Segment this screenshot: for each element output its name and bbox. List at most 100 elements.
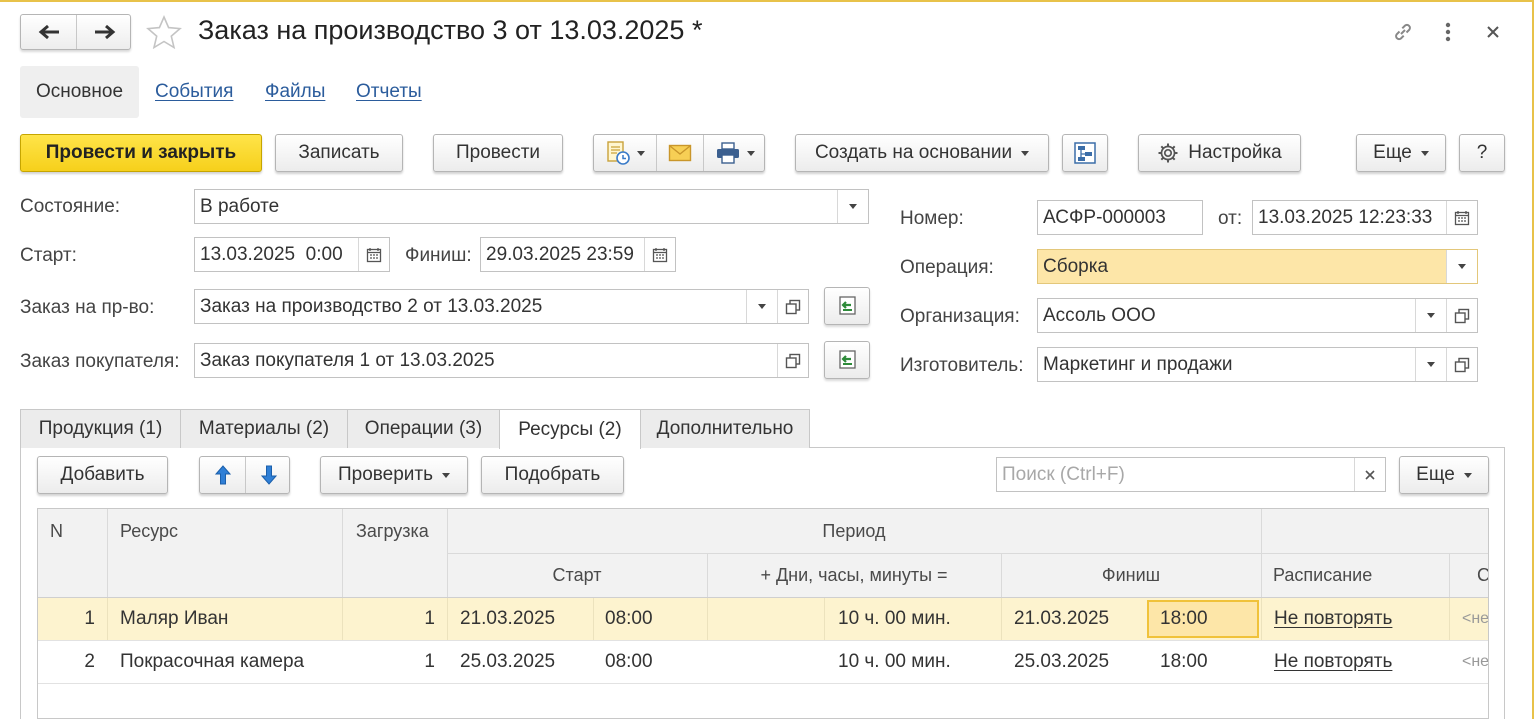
close-icon[interactable] — [1478, 17, 1508, 47]
chevron-down-icon — [1427, 313, 1435, 318]
cell-start-time[interactable]: 08:00 — [605, 598, 653, 640]
save-button[interactable]: Записать — [275, 134, 403, 172]
favorite-star-icon[interactable] — [146, 14, 182, 55]
cell-load[interactable]: 1 — [342, 598, 435, 640]
state-dropdown-button[interactable] — [837, 190, 868, 223]
prod-order-dropdown-button[interactable] — [746, 290, 777, 323]
table-row[interactable]: 1 Маляр Иван 1 21.03.2025 08:00 10 ч. 00… — [38, 598, 1488, 640]
cell-schedule-link[interactable]: Не повторять — [1274, 598, 1392, 640]
org-open-button[interactable] — [1446, 299, 1477, 332]
customer-order-open-button[interactable] — [777, 344, 808, 377]
number-field[interactable]: АСФР-000003 — [1037, 200, 1203, 235]
prod-order-field[interactable]: Заказ на производство 2 от 13.03.2025 — [194, 289, 809, 324]
date-calendar-button[interactable] — [1446, 201, 1477, 234]
header-finish[interactable]: Финиш — [1001, 553, 1261, 597]
settings-button[interactable]: Настройка — [1138, 134, 1301, 172]
header-start[interactable]: Старт — [447, 553, 707, 597]
maker-value: Маркетинг и продажи — [1043, 353, 1233, 375]
header-schedule[interactable]: Расписание — [1261, 553, 1449, 597]
arrow-left-icon — [38, 24, 59, 40]
email-button[interactable] — [657, 135, 703, 171]
start-label: Старт: — [20, 245, 77, 266]
cell-schedule-link[interactable]: Не повторять — [1274, 641, 1392, 683]
search-clear-button[interactable] — [1354, 458, 1385, 491]
more-vertical-icon[interactable] — [1433, 17, 1463, 47]
prod-order-fill-button[interactable] — [824, 287, 870, 325]
print-menu-button[interactable] — [704, 135, 766, 171]
chevron-down-icon — [1427, 362, 1435, 367]
header-resource[interactable]: Ресурс — [108, 509, 342, 597]
operation-dropdown-button[interactable] — [1446, 250, 1477, 283]
finish-calendar-button[interactable] — [644, 238, 675, 271]
cell-extra[interactable]: <не — [1462, 598, 1488, 640]
hierarchy-icon — [1074, 142, 1096, 164]
search-field[interactable]: Поиск (Ctrl+F) — [996, 457, 1386, 492]
header-n[interactable]: N — [38, 509, 108, 597]
cell-duration[interactable]: 10 ч. 00 мин. — [838, 598, 951, 640]
section-files[interactable]: Файлы — [265, 66, 325, 118]
move-up-button[interactable] — [200, 457, 245, 493]
maker-open-button[interactable] — [1446, 348, 1477, 381]
cell-finish-date[interactable]: 21.03.2025 — [1014, 598, 1109, 640]
help-button[interactable]: ? — [1459, 134, 1505, 172]
finish-label: Финиш: — [405, 245, 472, 266]
post-button[interactable]: Провести — [433, 134, 563, 172]
section-reports[interactable]: Отчеты — [356, 66, 422, 118]
section-events[interactable]: События — [155, 66, 233, 118]
tab-materials[interactable]: Материалы (2) — [180, 409, 348, 448]
maker-dropdown-button[interactable] — [1415, 348, 1446, 381]
add-row-button[interactable]: Добавить — [37, 456, 168, 494]
operation-select[interactable]: Сборка — [1037, 249, 1478, 284]
header-load[interactable]: Загрузка — [342, 509, 447, 597]
start-calendar-button[interactable] — [358, 238, 389, 271]
tab-products[interactable]: Продукция (1) — [20, 409, 181, 448]
open-window-icon — [785, 299, 801, 314]
tab-operations[interactable]: Операции (3) — [347, 409, 500, 448]
section-main[interactable]: Основное — [20, 66, 139, 118]
cell-finish-time[interactable]: 18:00 — [1160, 641, 1208, 683]
back-button[interactable] — [21, 15, 76, 49]
cell-start-date[interactable]: 21.03.2025 — [460, 598, 555, 640]
cell-start-date[interactable]: 25.03.2025 — [460, 641, 555, 683]
forward-button[interactable] — [77, 15, 132, 49]
customer-order-field[interactable]: Заказ покупателя 1 от 13.03.2025 — [194, 343, 809, 378]
customer-order-fill-button[interactable] — [824, 341, 870, 379]
header-duration[interactable]: + Дни, часы, минуты = — [707, 553, 1001, 597]
finish-datetime-field[interactable]: 29.03.2025 23:59 — [480, 237, 676, 272]
create-based-on-button[interactable]: Создать на основании — [795, 134, 1049, 172]
pick-button[interactable]: Подобрать — [481, 456, 624, 494]
start-datetime-field[interactable]: 13.03.2025 0:00 — [194, 237, 390, 272]
check-button[interactable]: Проверить — [320, 456, 468, 494]
cell-resource[interactable]: Покрасочная камера — [120, 641, 304, 683]
cell-duration[interactable]: 10 ч. 00 мин. — [838, 641, 951, 683]
tab-resources[interactable]: Ресурсы (2) — [499, 409, 641, 449]
post-and-close-button[interactable]: Провести и закрыть — [20, 134, 262, 172]
cell-finish-date[interactable]: 25.03.2025 — [1014, 641, 1109, 683]
window-title: Заказ на производство 3 от 13.03.2025 * — [198, 15, 703, 45]
arrow-down-icon — [260, 465, 277, 485]
cell-resource[interactable]: Маляр Иван — [120, 598, 228, 640]
table-row[interactable]: 2 Покрасочная камера 1 25.03.2025 08:00 … — [38, 641, 1488, 683]
move-down-button[interactable] — [246, 457, 291, 493]
cell-finish-time[interactable]: 18:00 — [1160, 598, 1208, 640]
state-select[interactable]: В работе — [194, 189, 869, 224]
header-extra[interactable]: С — [1449, 553, 1488, 597]
cell-start-time[interactable]: 08:00 — [605, 641, 653, 683]
state-label: Состояние: — [20, 196, 121, 217]
more-button[interactable]: Еще — [1356, 134, 1446, 172]
tab-additional[interactable]: Дополнительно — [640, 409, 810, 448]
date-field[interactable]: 13.03.2025 12:23:33 — [1252, 200, 1478, 235]
resources-table: N Ресурс Загрузка Период Старт + Дни, ча… — [37, 508, 1489, 719]
cell-extra[interactable]: <не — [1462, 641, 1488, 683]
link-icon[interactable] — [1388, 17, 1418, 47]
cell-load[interactable]: 1 — [342, 641, 435, 683]
open-window-icon — [1454, 357, 1470, 372]
table-more-button[interactable]: Еще — [1399, 456, 1489, 494]
org-dropdown-button[interactable] — [1415, 299, 1446, 332]
structure-button[interactable] — [1062, 134, 1108, 172]
org-field[interactable]: Ассоль ООО — [1037, 298, 1478, 333]
report-menu-button[interactable] — [594, 135, 656, 171]
prod-order-open-button[interactable] — [777, 290, 808, 323]
operation-label: Операция: — [900, 257, 994, 278]
maker-field[interactable]: Маркетинг и продажи — [1037, 347, 1478, 382]
